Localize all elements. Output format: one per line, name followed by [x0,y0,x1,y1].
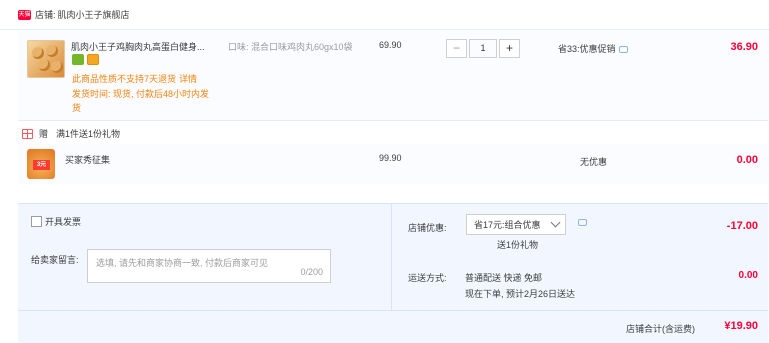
gift-thumbnail[interactable]: 3元 [27,149,55,179]
shop-promo-select[interactable]: 省17元:组合优惠 [466,214,566,235]
shop-total-label: 店铺合计(含运费) [626,324,695,334]
item-discount-text: 省33:优惠促销 [558,44,616,54]
memo-label: 给卖家留言: [31,255,79,265]
shop-header: 天猫 店铺: 肌肉小王子旗舰店 [0,0,769,30]
seller-memo-textarea[interactable]: 选填, 请先和商家协商一致, 付款后商家可见 0/200 [87,249,331,283]
memo-placeholder: 选填, 请先和商家协商一致, 付款后商家可见 [96,258,269,268]
item-discount: 省33:优惠促销 [558,42,628,55]
tmall-badge-icon: 天猫 [18,9,31,20]
unit-price: 69.90 [379,40,402,50]
green-service-icon [72,54,84,65]
vertical-divider [391,204,392,311]
invoice-label: 开具发票 [45,217,82,227]
increase-quantity-button[interactable]: + [499,39,520,58]
chat-icon[interactable] [578,219,587,226]
gift-name-link[interactable]: 买家秀征集 [65,153,110,166]
quantity-stepper: − 1 + [446,39,520,58]
shop-total-row: 店铺合计(含运费) ¥19.90 [18,310,768,343]
gift-promo: 无优惠 [580,157,608,167]
shop-label: 店铺: [35,10,56,20]
gift-header: 赠 满1件送1份礼物 [18,123,768,144]
product-thumbnail[interactable] [27,40,65,78]
no-return-text: 此商品性质不支持7天退货 [72,74,177,84]
shop-promo-amount: -17.00 [726,220,758,232]
shop-promo-gift: 送1份礼物 [497,240,539,250]
gift-unit-price: 99.90 [379,153,402,163]
no-return-notice: 此商品性质不支持7天退货 详情 [72,72,197,85]
invoice-option[interactable]: 开具发票 [31,215,81,228]
shipping-label: 运送方式: [408,273,447,283]
details-link[interactable]: 详情 [179,74,197,84]
cart-item: 肌肉小王子鸡胸肉丸高蛋白健身... 口味: 混合口味鸡肉丸60gx10袋 此商品… [18,31,768,121]
gift-description: 满1件送1份礼物 [56,129,121,139]
gift-item: 3元 买家秀征集 99.90 无优惠 0.00 [18,144,768,184]
quantity-input[interactable]: 1 [469,39,497,58]
card-service-icon [87,54,99,65]
product-sku: 口味: 混合口味鸡肉丸60gx10袋 [228,42,353,52]
shipping-cost: 0.00 [738,270,758,281]
gift-thumb-badge: 3元 [33,160,50,170]
decrease-quantity-button[interactable]: − [446,39,467,58]
gift-icon [22,128,33,139]
chat-icon[interactable] [618,46,628,53]
invoice-checkbox[interactable] [31,216,42,227]
shipping-method: 普通配送 快递 免邮 [465,273,543,283]
service-icons [72,54,99,65]
order-options: 开具发票 给卖家留言: 选填, 请先和商家协商一致, 付款后商家可见 0/200… [18,203,768,311]
shop-promo-label: 店铺优惠: [408,223,447,233]
shop-total-amount: ¥19.90 [724,320,758,332]
ship-time-notice: 发货时间: 现货, 付款后48小时内发货 [72,89,210,113]
gift-total-price: 0.00 [736,154,758,166]
shop-name-link[interactable]: 肌肉小王子旗舰店 [58,8,130,21]
item-total-price: 36.90 [730,41,758,53]
chevron-down-icon [550,217,561,228]
memo-char-count: 0/200 [300,267,323,277]
shop-promo-value: 省17元:组合优惠 [474,220,541,230]
product-title-link[interactable]: 肌肉小王子鸡胸肉丸高蛋白健身... [71,40,211,53]
shipping-eta: 现在下单, 预计2月26日送达 [465,289,576,299]
gift-tag: 赠 [39,129,49,139]
